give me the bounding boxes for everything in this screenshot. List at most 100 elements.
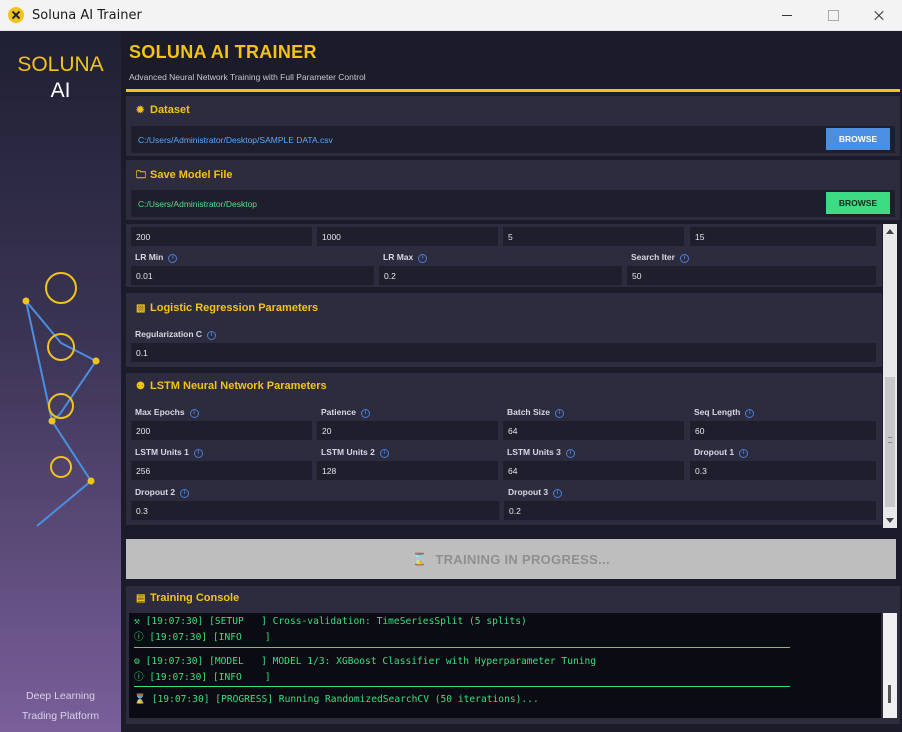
regularization-input[interactable]: 0.1: [131, 343, 876, 362]
xgboost-panel: 200 1000 5 15 LR Min i LR Max i Search Ite…: [126, 224, 882, 287]
logistic-panel: ▧ Logistic Regression Parameters Regulari…: [126, 293, 882, 367]
gear-icon: ✹: [136, 105, 145, 116]
info-icon[interactable]: i: [193, 449, 203, 458]
maximize-button[interactable]: [810, 0, 856, 31]
search-iter-input[interactable]: 50: [627, 266, 876, 285]
info-icon[interactable]: i: [360, 409, 370, 418]
scroll-down-arrow-icon[interactable]: [886, 518, 894, 523]
page-title: SOLUNA AI TRAINER: [129, 42, 317, 62]
info-icon[interactable]: i: [207, 331, 217, 340]
seq-length-label: Seq Length i: [694, 407, 755, 418]
dropout-2-input[interactable]: 0.3: [131, 501, 499, 520]
console-line: ⓘ [19:07:30] [INFO ]: [134, 672, 271, 683]
save-path-field[interactable]: C:/Users/Administrator/Desktop BROWSE: [131, 190, 895, 217]
page-subtitle: Advanced Neural Network Training with Fu…: [129, 72, 366, 82]
robot-icon: ⚙: [134, 656, 146, 667]
info-box-icon: ⓘ: [134, 672, 150, 683]
scrollbar-thumb[interactable]: [885, 377, 895, 507]
parameters-scroll-area[interactable]: 200 1000 5 15 LR Min i LR Max i Search Ite…: [126, 224, 900, 528]
info-icon[interactable]: i: [739, 449, 749, 458]
info-icon[interactable]: i: [168, 254, 178, 263]
info-icon[interactable]: i: [565, 449, 575, 458]
lr-max-input[interactable]: 0.2: [379, 266, 622, 285]
lstm-units-2-input[interactable]: 128: [317, 461, 498, 480]
folder-icon: 🗀: [136, 170, 146, 181]
console-scrollbar[interactable]: [883, 613, 897, 718]
wrench-icon: ⚒: [134, 616, 146, 627]
logistic-title: Logistic Regression Parameters: [150, 302, 319, 314]
patience-input[interactable]: 20: [317, 421, 498, 440]
training-console[interactable]: ⚒ [19:07:30] [SETUP ] Cross-validation: …: [129, 613, 881, 718]
neural-network-illustration: [22, 272, 100, 527]
console-line: ⚙ [19:07:30] [MODEL ] MODEL 1/3: XGBoost…: [134, 656, 597, 667]
max-epochs-label: Max Epochs i: [135, 407, 199, 418]
info-box-icon: ⓘ: [134, 632, 150, 643]
dataset-section: ✹ Dataset C:/Users/Administrator/Desktop/…: [126, 96, 900, 156]
lr-max-label: LR Max i: [383, 252, 428, 263]
app-logo-icon: [8, 7, 24, 23]
dataset-title: Dataset: [150, 104, 190, 116]
lr-min-label: LR Min i: [135, 252, 178, 263]
sidebar: SOLUNA AI Deep Learning Trading Platform: [0, 31, 121, 732]
dropout-2-label: Dropout 2i: [135, 487, 190, 498]
seq-length-input[interactable]: 60: [690, 421, 876, 440]
brand-suffix: AI: [50, 79, 71, 102]
close-button[interactable]: [856, 0, 902, 31]
dropout-1-input[interactable]: 0.3: [690, 461, 876, 480]
lstm-units-1-input[interactable]: 256: [131, 461, 312, 480]
minimize-button[interactable]: [764, 0, 810, 31]
info-icon[interactable]: i: [553, 489, 563, 498]
regularization-label: Regularization Ci: [135, 329, 217, 340]
window-titlebar: Soluna AI Trainer: [0, 0, 902, 31]
info-icon[interactable]: i: [679, 254, 689, 263]
console-title: Training Console: [150, 592, 240, 604]
training-button[interactable]: ⌛ TRAINING IN PROGRESS...: [126, 539, 896, 579]
xgb-field-3[interactable]: 5: [503, 227, 684, 246]
console-separator: [134, 686, 790, 687]
dropout-1-label: Dropout 1i: [694, 447, 749, 458]
info-icon[interactable]: i: [180, 489, 190, 498]
parameters-scrollbar[interactable]: [883, 224, 897, 528]
info-icon[interactable]: i: [555, 409, 564, 418]
info-icon[interactable]: i: [745, 409, 755, 418]
console-separator: [134, 647, 790, 648]
dropout-3-input[interactable]: 0.2: [504, 501, 876, 520]
brain-icon: ⚉: [136, 381, 145, 392]
xgb-field-1[interactable]: 200: [131, 227, 312, 246]
lstm-title: LSTM Neural Network Parameters: [150, 380, 327, 392]
tagline-line2: Trading Platform: [21, 710, 100, 722]
hourglass-icon: ⌛: [134, 694, 152, 705]
console-line: ⌛ [19:07:30] [PROGRESS] Running Randomiz…: [134, 694, 539, 705]
info-icon[interactable]: i: [418, 254, 428, 263]
hourglass-icon: ⌛: [412, 552, 428, 566]
info-icon[interactable]: i: [189, 409, 199, 418]
training-console-section: ▤ Training Console ⚒ [19:07:30] [SETUP ] …: [126, 586, 900, 724]
terminal-icon: ▤: [136, 593, 146, 604]
main-content: SOLUNA AI TRAINER Advanced Neural Networ…: [121, 31, 902, 732]
search-iter-label: Search Iter i: [631, 252, 689, 263]
training-button-label: TRAINING IN PROGRESS...: [435, 551, 610, 567]
max-epochs-input[interactable]: 200: [131, 421, 312, 440]
dataset-path-field[interactable]: C:/Users/Administrator/Desktop/SAMPLE DA…: [131, 126, 895, 153]
console-scrollbar-thumb[interactable]: [888, 685, 891, 703]
lstm-units-3-label: LSTM Units 3i: [507, 447, 575, 458]
batch-size-input[interactable]: 64: [503, 421, 684, 440]
dropout-3-label: Dropout 3i: [508, 487, 563, 498]
console-line: ⚒ [19:07:30] [SETUP ] Cross-validation: …: [134, 616, 527, 627]
info-icon[interactable]: i: [379, 449, 389, 458]
save-browse-button[interactable]: BROWSE: [826, 192, 890, 214]
batch-size-label: Batch Size i: [507, 407, 564, 418]
scroll-up-arrow-icon[interactable]: [886, 229, 894, 234]
header-divider: [126, 89, 900, 92]
lr-min-input[interactable]: 0.01: [131, 266, 374, 285]
lstm-units-1-label: LSTM Units 1i: [135, 447, 203, 458]
lstm-panel: ⚉ LSTM Neural Network Parameters Max Epoc…: [126, 373, 882, 525]
xgb-field-4[interactable]: 15: [690, 227, 876, 246]
window-title: Soluna AI Trainer: [32, 8, 142, 23]
xgb-field-2[interactable]: 1000: [317, 227, 498, 246]
chart-icon: ▧: [136, 303, 146, 314]
dataset-browse-button[interactable]: BROWSE: [826, 128, 890, 150]
lstm-units-3-input[interactable]: 64: [503, 461, 684, 480]
save-model-section: 🗀 Save Model File C:/Users/Administrator/…: [126, 160, 900, 220]
console-line: ⓘ [19:07:30] [INFO ]: [134, 632, 271, 643]
